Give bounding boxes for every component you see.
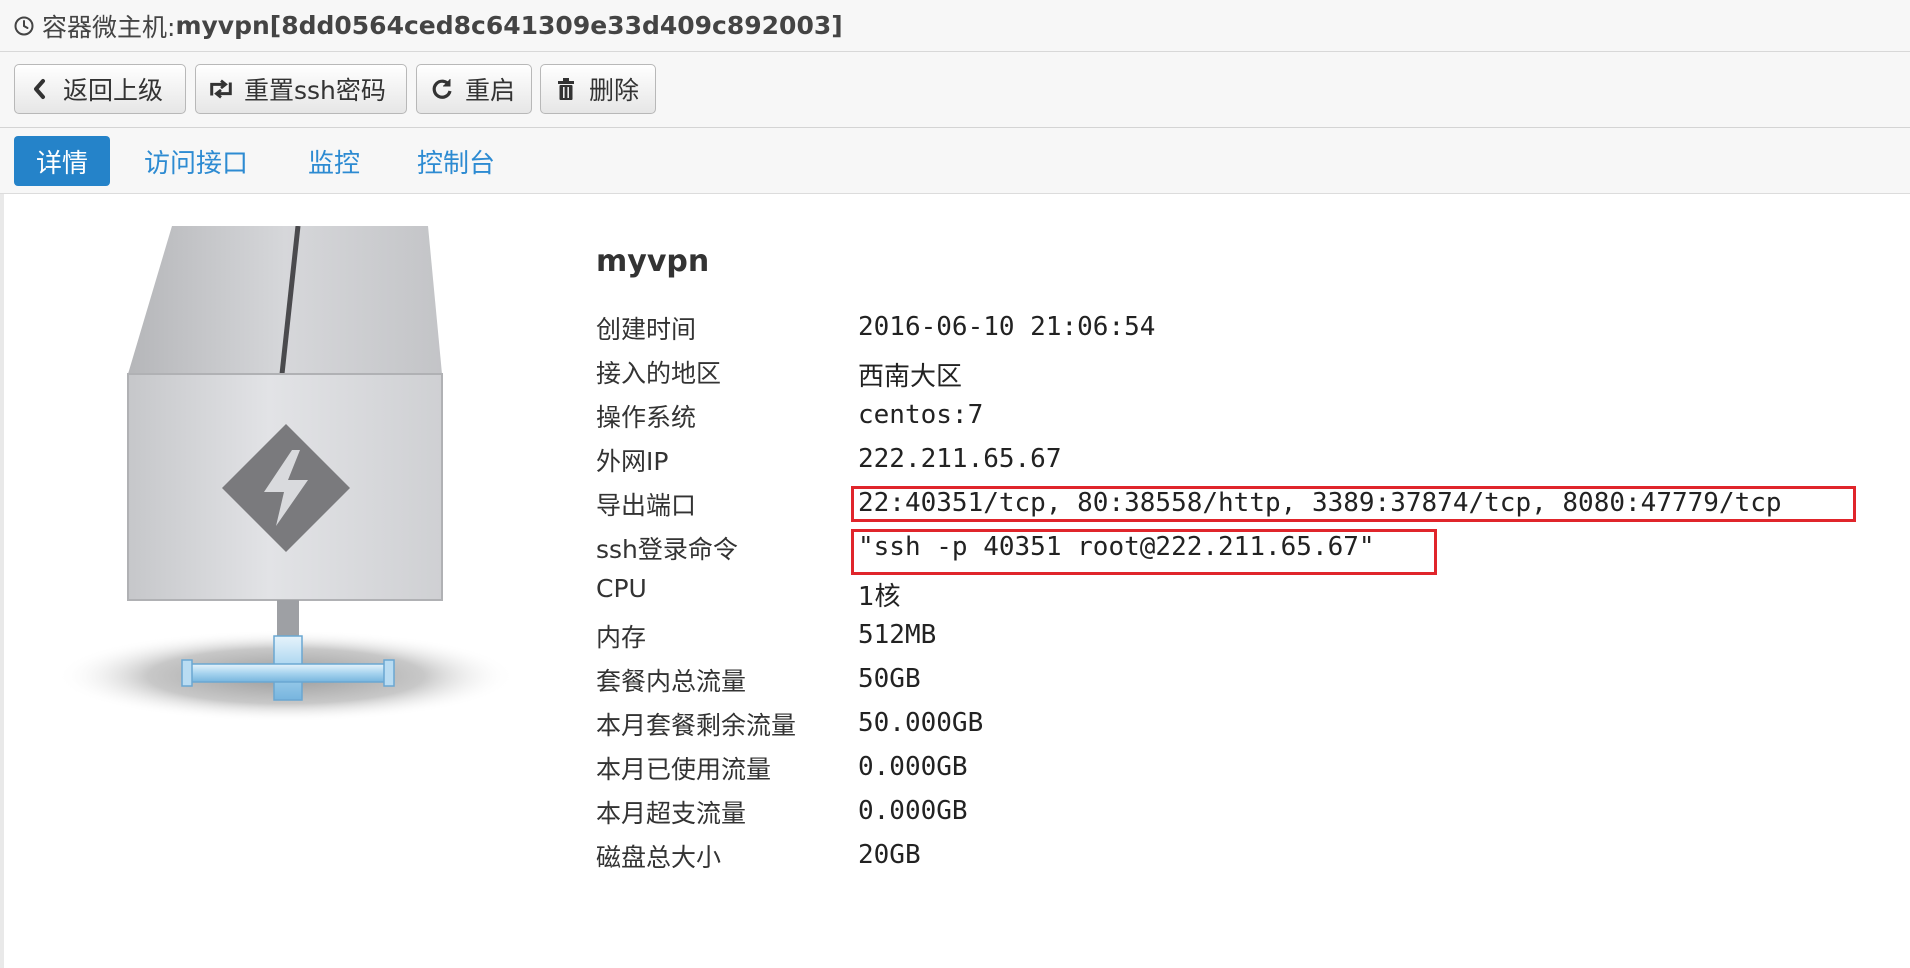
retweet-icon <box>208 76 234 102</box>
page-title-prefix: 容器微主机: <box>42 12 176 42</box>
detail-value: 2016-06-10 21:06:54 <box>858 312 1156 342</box>
restart-button[interactable]: 重启 <box>416 64 532 114</box>
ssh-command-highlight-box <box>851 529 1437 575</box>
tab-bar: 详情 访问接口 监控 控制台 <box>0 128 1910 194</box>
back-button[interactable]: 返回上级 <box>14 64 186 114</box>
toolbar: 返回上级 重置ssh密码 重启 删除 <box>0 52 1910 128</box>
detail-key: ssh登录命令 <box>596 535 738 564</box>
detail-key: 套餐内总流量 <box>596 667 747 696</box>
clock-icon <box>14 16 34 35</box>
title-bar: 容器微主机: myvpn[8dd0564ced8c641309e33d409c8… <box>0 0 1910 52</box>
ports-highlight-box <box>851 486 1856 522</box>
back-button-label: 返回上级 <box>63 76 164 105</box>
instance-name: myvpn <box>596 244 710 279</box>
refresh-icon <box>429 76 455 102</box>
detail-key: 导出端口 <box>596 491 697 520</box>
detail-value: 222.211.65.67 <box>858 444 1062 474</box>
detail-value: 0.000GB <box>858 796 968 826</box>
restart-label: 重启 <box>465 76 516 105</box>
reset-ssh-password-button[interactable]: 重置ssh密码 <box>195 64 407 114</box>
reset-ssh-password-label: 重置ssh密码 <box>244 76 386 105</box>
detail-key: 操作系统 <box>596 403 697 432</box>
detail-value: centos:7 <box>858 400 984 430</box>
server-icon <box>56 226 516 722</box>
content-left-border <box>0 194 4 968</box>
detail-key: 本月超支流量 <box>596 799 747 828</box>
delete-label: 删除 <box>589 76 640 105</box>
detail-key: 接入的地区 <box>596 359 722 388</box>
detail-value: 20GB <box>858 840 921 870</box>
detail-value: 0.000GB <box>858 752 968 782</box>
detail-key: 本月已使用流量 <box>596 755 772 784</box>
detail-value: 50.000GB <box>858 708 984 738</box>
tab-access-interface[interactable]: 访问接口 <box>132 136 260 186</box>
detail-value: 1核 <box>858 582 901 612</box>
detail-key: 外网IP <box>596 447 669 476</box>
detail-key: 磁盘总大小 <box>596 843 722 872</box>
delete-button[interactable]: 删除 <box>540 64 656 114</box>
detail-key: 内存 <box>596 623 647 652</box>
detail-value: 西南大区 <box>858 362 963 392</box>
trash-icon <box>553 76 579 102</box>
detail-key: 本月套餐剩余流量 <box>596 711 797 740</box>
tab-details[interactable]: 详情 <box>14 136 110 186</box>
chevron-left-icon <box>27 76 53 102</box>
tab-console[interactable]: 控制台 <box>400 136 512 186</box>
detail-key: 创建时间 <box>596 315 697 344</box>
detail-value: 512MB <box>858 620 937 650</box>
tab-monitor[interactable]: 监控 <box>290 136 378 186</box>
detail-value: 50GB <box>858 664 921 694</box>
detail-key: CPU <box>596 574 647 603</box>
page-title: myvpn[8dd0564ced8c641309e33d409c892003] <box>175 11 843 40</box>
